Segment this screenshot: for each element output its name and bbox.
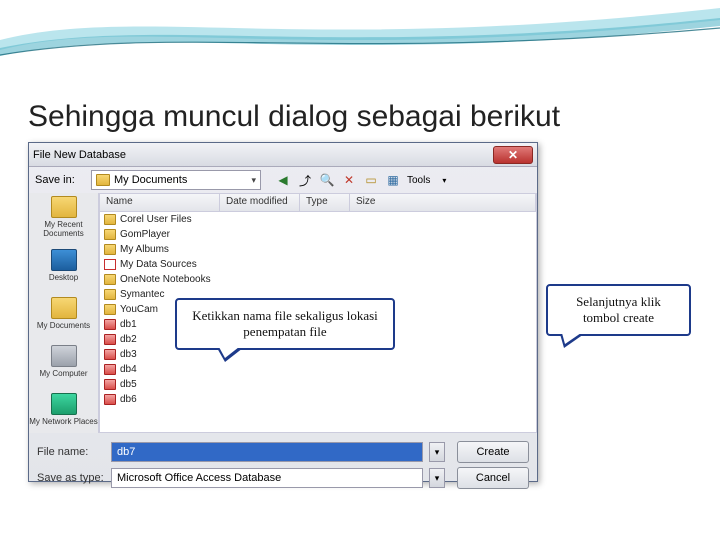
file-name: Corel User Files (120, 214, 192, 225)
db-icon (104, 364, 116, 375)
place-documents[interactable]: My Documents (29, 289, 98, 337)
file-name: db3 (120, 349, 137, 360)
col-size[interactable]: Size (350, 194, 536, 211)
folder-icon (104, 214, 116, 225)
db-icon (104, 349, 116, 360)
type-label: Save as type: (37, 472, 105, 484)
place-recent[interactable]: My Recent Documents (29, 193, 98, 241)
folder-icon (104, 289, 116, 300)
folder-icon (104, 244, 116, 255)
folder-icon (104, 229, 116, 240)
db-icon (104, 394, 116, 405)
tools-menu[interactable]: Tools (407, 172, 430, 188)
chevron-down-icon: ▾ (251, 175, 256, 186)
place-desktop[interactable]: Desktop (29, 241, 98, 289)
place-network[interactable]: My Network Places (29, 385, 98, 433)
place-computer[interactable]: My Computer (29, 337, 98, 385)
file-name: GomPlayer (120, 229, 170, 240)
page-title: Sehingga muncul dialog sebagai berikut (28, 100, 560, 134)
filename-dropdown[interactable]: ▾ (429, 442, 445, 462)
save-in-combo[interactable]: My Documents ▾ (91, 170, 261, 190)
close-button[interactable]: ✕ (493, 146, 533, 164)
file-row[interactable]: My Albums (100, 242, 536, 257)
file-name: OneNote Notebooks (120, 274, 211, 285)
col-date[interactable]: Date modified (220, 194, 300, 211)
search-icon[interactable]: 🔍 (319, 172, 335, 188)
file-name: db5 (120, 379, 137, 390)
save-in-row: Save in: My Documents ▾ ◀ ⤴ 🔍 ✕ ▭ ▦ Tool… (29, 167, 537, 193)
type-dropdown[interactable]: ▾ (429, 468, 445, 488)
db-icon (104, 319, 116, 330)
titlebar: File New Database ✕ (29, 143, 537, 167)
save-in-label: Save in: (35, 174, 85, 186)
file-list-header: Name Date modified Type Size (100, 194, 536, 212)
places-bar: My Recent Documents Desktop My Documents… (29, 193, 99, 433)
toolbar-icons: ◀ ⤴ 🔍 ✕ ▭ ▦ Tools ▾ (275, 172, 452, 188)
file-row[interactable]: My Data Sources (100, 257, 536, 272)
network-icon (51, 393, 77, 415)
callout-filename: Ketikkan nama file sekaligus lokasi pene… (175, 298, 395, 350)
file-name: db4 (120, 364, 137, 375)
file-name: db2 (120, 334, 137, 345)
views-icon[interactable]: ▦ (385, 172, 401, 188)
folder-icon (104, 304, 116, 315)
dialog-title: File New Database (33, 149, 126, 161)
filename-label: File name: (37, 446, 105, 458)
file-name: My Data Sources (120, 259, 197, 270)
file-name: db6 (120, 394, 137, 405)
file-row[interactable]: db4 (100, 362, 536, 377)
filename-input[interactable]: db7 (111, 442, 423, 462)
file-row[interactable]: Corel User Files (100, 212, 536, 227)
new-folder-icon[interactable]: ▭ (363, 172, 379, 188)
cancel-button[interactable]: Cancel (457, 467, 529, 489)
file-row[interactable]: OneNote Notebooks (100, 272, 536, 287)
delete-icon[interactable]: ✕ (341, 172, 357, 188)
folder-icon (104, 274, 116, 285)
col-name[interactable]: Name (100, 194, 220, 211)
db-icon (104, 379, 116, 390)
decorative-wave (0, 0, 720, 70)
file-name: YouCam (120, 304, 158, 315)
file-name: db1 (120, 319, 137, 330)
db-icon (104, 334, 116, 345)
folder-icon (96, 174, 110, 186)
save-in-value: My Documents (114, 174, 187, 186)
callout-create: Selanjutnya klik tombol create (546, 284, 691, 336)
file-row[interactable]: db6 (100, 392, 536, 407)
close-icon: ✕ (508, 148, 518, 162)
desktop-icon (51, 249, 77, 271)
type-input[interactable]: Microsoft Office Access Database (111, 468, 423, 488)
file-name: Symantec (120, 289, 164, 300)
col-type[interactable]: Type (300, 194, 350, 211)
bottom-controls: File name: db7 ▾ Create Save as type: Mi… (29, 433, 537, 497)
chevron-down-icon: ▾ (436, 172, 452, 188)
file-row[interactable]: db5 (100, 377, 536, 392)
documents-icon (51, 297, 77, 319)
recent-icon (51, 196, 77, 218)
back-icon[interactable]: ◀ (275, 172, 291, 188)
ds-icon (104, 259, 116, 270)
up-icon[interactable]: ⤴ (297, 172, 313, 188)
computer-icon (51, 345, 77, 367)
file-name: My Albums (120, 244, 169, 255)
create-button[interactable]: Create (457, 441, 529, 463)
file-row[interactable]: GomPlayer (100, 227, 536, 242)
